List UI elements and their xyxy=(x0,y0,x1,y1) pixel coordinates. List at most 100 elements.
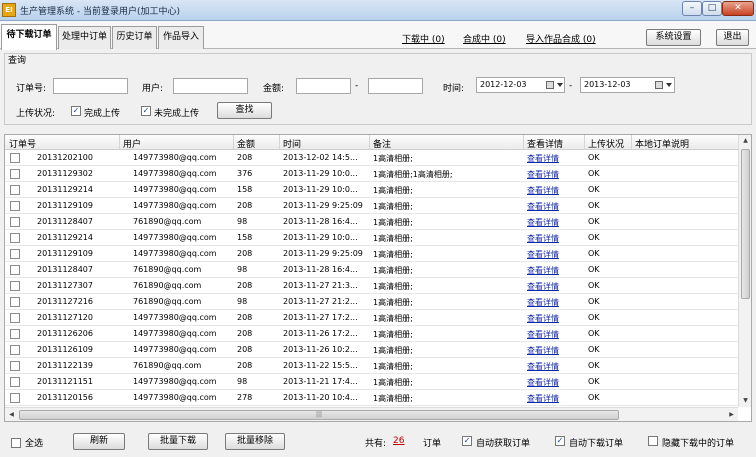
table-row[interactable]: 20131127216 761890@qq.com 98 2013-11-27 21:… xyxy=(5,294,738,310)
chevron-down-icon[interactable] xyxy=(557,83,563,87)
upload-incomplete-checkbox[interactable]: ✓ xyxy=(141,106,151,116)
view-detail-link[interactable]: 查看详情 xyxy=(527,297,559,308)
column-header-time[interactable]: 时间 xyxy=(283,137,301,150)
view-detail-link[interactable]: 查看详情 xyxy=(527,361,559,372)
row-checkbox[interactable] xyxy=(10,153,20,163)
table-row[interactable]: 20131121151 149773980@qq.com 98 2013-11-21 … xyxy=(5,374,738,390)
table-row[interactable]: 20131128407 761890@qq.com 98 2013-11-28 16:… xyxy=(5,214,738,230)
tab-pending-download[interactable]: 待下载订单 xyxy=(1,24,57,50)
minimize-button[interactable]: – xyxy=(682,1,702,16)
table-row[interactable]: 20131129109 149773980@qq.com 208 2013-11-29… xyxy=(5,246,738,262)
row-checkbox[interactable] xyxy=(10,233,20,243)
table-row[interactable]: 20131126109 149773980@qq.com 208 2013-11-26… xyxy=(5,342,738,358)
view-detail-link[interactable]: 查看详情 xyxy=(527,201,559,212)
calendar-icon[interactable] xyxy=(546,81,554,89)
table-row[interactable]: 20131126206 149773980@qq.com 208 2013-11-26… xyxy=(5,326,738,342)
calendar-icon[interactable] xyxy=(655,81,663,89)
amount-to-input[interactable] xyxy=(368,78,423,94)
table-row[interactable]: 20131129302 149773980@qq.com 376 2013-11-29… xyxy=(5,166,738,182)
cell-status: OK xyxy=(588,281,600,290)
date-to-picker[interactable]: 2013-12-03 xyxy=(580,77,675,93)
refresh-button[interactable]: 刷新 xyxy=(73,433,125,450)
column-header-note[interactable]: 备注 xyxy=(373,137,391,150)
close-button[interactable]: ✕ xyxy=(722,1,754,16)
view-detail-link[interactable]: 查看详情 xyxy=(527,153,559,164)
horizontal-scrollbar[interactable]: ◀ ||| ▶ xyxy=(5,407,738,421)
view-detail-link[interactable]: 查看详情 xyxy=(527,217,559,228)
table-row[interactable]: 20131120156 149773980@qq.com 278 2013-11-20… xyxy=(5,390,738,406)
view-detail-link[interactable]: 查看详情 xyxy=(527,281,559,292)
column-header-local-note[interactable]: 本地订单说明 xyxy=(635,137,689,150)
row-checkbox[interactable] xyxy=(10,329,20,339)
row-checkbox[interactable] xyxy=(10,169,20,179)
exit-button[interactable]: 退出 xyxy=(716,29,749,46)
tab-import[interactable]: 作品导入 xyxy=(158,26,204,49)
batch-download-button[interactable]: 批量下载 xyxy=(148,433,208,450)
date-from-picker[interactable]: 2012-12-03 xyxy=(476,77,565,93)
view-detail-link[interactable]: 查看详情 xyxy=(527,185,559,196)
view-detail-link[interactable]: 查看详情 xyxy=(527,313,559,324)
upload-complete-checkbox[interactable]: ✓ xyxy=(71,106,81,116)
table-row[interactable]: 20131128407 761890@qq.com 98 2013-11-28 16:… xyxy=(5,262,738,278)
view-detail-link[interactable]: 查看详情 xyxy=(527,169,559,180)
column-header-order-no[interactable]: 订单号 xyxy=(9,137,36,150)
view-detail-link[interactable]: 查看详情 xyxy=(527,233,559,244)
scroll-up-icon[interactable]: ▲ xyxy=(739,137,751,144)
row-checkbox[interactable] xyxy=(10,393,20,403)
search-button[interactable]: 查找 xyxy=(217,102,272,119)
compositing-link[interactable]: 合成中 (0) xyxy=(463,32,506,45)
row-checkbox[interactable] xyxy=(10,265,20,275)
amount-from-input[interactable] xyxy=(296,78,351,94)
table-row[interactable]: 20131202100 149773980@qq.com 208 2013-12-02… xyxy=(5,150,738,166)
horizontal-scroll-thumb[interactable]: ||| xyxy=(19,410,619,420)
table-row[interactable]: 20131129214 149773980@qq.com 158 2013-11-29… xyxy=(5,182,738,198)
column-header-user[interactable]: 用户 xyxy=(123,137,141,150)
column-header-amount[interactable]: 金额 xyxy=(237,137,255,150)
tab-processing[interactable]: 处理中订单 xyxy=(58,26,111,49)
row-checkbox[interactable] xyxy=(10,249,20,259)
auto-fetch-checkbox[interactable]: ✓ xyxy=(462,436,472,446)
maximize-button[interactable]: □ xyxy=(702,1,722,16)
column-header-upload-status[interactable]: 上传状况 xyxy=(588,137,624,150)
row-checkbox[interactable] xyxy=(10,217,20,227)
auto-download-checkbox[interactable]: ✓ xyxy=(555,436,565,446)
scroll-left-icon[interactable]: ◀ xyxy=(5,411,18,418)
batch-remove-button[interactable]: 批量移除 xyxy=(225,433,285,450)
row-checkbox[interactable] xyxy=(10,297,20,307)
row-checkbox[interactable] xyxy=(10,377,20,387)
tab-history[interactable]: 历史订单 xyxy=(112,26,157,49)
view-detail-link[interactable]: 查看详情 xyxy=(527,265,559,276)
vertical-scroll-thumb[interactable] xyxy=(741,149,750,299)
downloading-link[interactable]: 下载中 (0) xyxy=(402,32,445,45)
cell-note: 1高清相册; xyxy=(373,202,413,211)
view-detail-link[interactable]: 查看详情 xyxy=(527,329,559,340)
vertical-scrollbar[interactable]: ▲ ▼ xyxy=(738,135,751,407)
row-checkbox[interactable] xyxy=(10,361,20,371)
row-checkbox[interactable] xyxy=(10,185,20,195)
cell-order: 20131126109 xyxy=(37,345,93,354)
row-checkbox[interactable] xyxy=(10,345,20,355)
scroll-right-icon[interactable]: ▶ xyxy=(725,411,738,418)
view-detail-link[interactable]: 查看详情 xyxy=(527,345,559,356)
settings-button[interactable]: 系统设置 xyxy=(646,29,701,46)
row-checkbox[interactable] xyxy=(10,281,20,291)
table-row[interactable]: 20131122139 761890@qq.com 208 2013-11-22 15… xyxy=(5,358,738,374)
order-no-input[interactable] xyxy=(53,78,128,94)
view-detail-link[interactable]: 查看详情 xyxy=(527,377,559,388)
chevron-down-icon[interactable] xyxy=(666,83,672,87)
hide-downloading-checkbox[interactable] xyxy=(648,436,658,446)
row-checkbox[interactable] xyxy=(10,313,20,323)
column-header-detail[interactable]: 查看详情 xyxy=(527,137,563,150)
table-row[interactable]: 20131129214 149773980@qq.com 158 2013-11-29… xyxy=(5,230,738,246)
scroll-down-icon[interactable]: ▼ xyxy=(739,397,751,404)
table-row[interactable]: 20131127120 149773980@qq.com 208 2013-11-27… xyxy=(5,310,738,326)
view-detail-link[interactable]: 查看详情 xyxy=(527,393,559,404)
import-compose-link[interactable]: 导入作品合成 (0) xyxy=(526,32,596,45)
user-input[interactable] xyxy=(173,78,248,94)
table-row[interactable]: 20131129109 149773980@qq.com 208 2013-11-29… xyxy=(5,198,738,214)
row-checkbox[interactable] xyxy=(10,201,20,211)
view-detail-link[interactable]: 查看详情 xyxy=(527,249,559,260)
select-all-checkbox[interactable] xyxy=(11,438,21,448)
order-no-label: 订单号: xyxy=(16,84,47,94)
table-row[interactable]: 20131127307 761890@qq.com 208 2013-11-27 21… xyxy=(5,278,738,294)
